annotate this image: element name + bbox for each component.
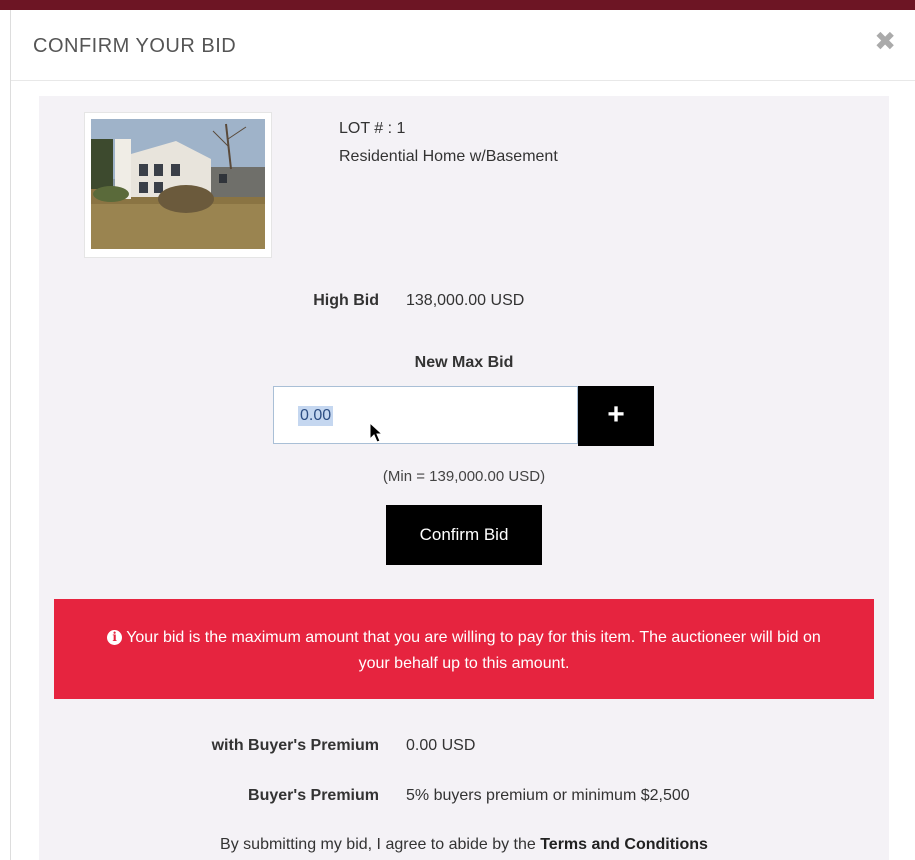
lot-number: LOT # : 1: [339, 120, 406, 137]
alert-text: Your bid is the maximum amount that you …: [126, 629, 821, 672]
max-bid-input[interactable]: 0.00: [273, 386, 578, 444]
page-top-strip: [0, 0, 915, 10]
info-icon: i: [107, 630, 123, 645]
terms-link[interactable]: Terms and Conditions: [540, 836, 708, 853]
buyers-premium-label: Buyer's Premium: [248, 787, 379, 804]
confirm-bid-modal: CONFIRM YOUR BID ✖ LOT #: 1 Residential…: [10, 10, 915, 860]
high-bid-value: 138,000.00 USD: [406, 292, 525, 309]
high-bid-label: High Bid: [313, 292, 379, 309]
min-bid-text: (Min = 139,000.00 USD): [382, 468, 546, 485]
with-buyers-premium-label: with Buyer's Premium: [211, 737, 379, 754]
modal-title: CONFIRM YOUR BID: [33, 35, 237, 57]
terms-prefix: By submitting my bid, I agree to abide b…: [220, 836, 541, 853]
bid-panel: LOT # : 1 Residential Home w/Basement Hi…: [39, 96, 889, 860]
with-buyers-premium-value: 0.00 USD: [406, 737, 476, 754]
max-bid-input-value: 0.00: [298, 406, 334, 426]
max-bid-info-alert: i Your bid is the maximum amount that you…: [54, 599, 874, 699]
modal-header: CONFIRM YOUR BID ✖: [11, 10, 915, 81]
mouse-pointer-icon: [369, 422, 384, 443]
terms-text: By submitting my bid, I agree to abide b…: [39, 836, 889, 854]
lot-thumbnail: [84, 112, 272, 258]
house-photo: [91, 119, 265, 249]
lot-title: Residential Home w/Basement: [339, 148, 558, 165]
confirm-bid-button[interactable]: Confirm Bid: [386, 505, 542, 565]
buyers-premium-value: 5% buyers premium or minimum $2,500: [406, 787, 690, 804]
new-max-bid-label: New Max Bid: [414, 354, 514, 371]
increment-bid-button[interactable]: +: [578, 386, 654, 446]
close-icon[interactable]: ✖: [874, 28, 896, 54]
